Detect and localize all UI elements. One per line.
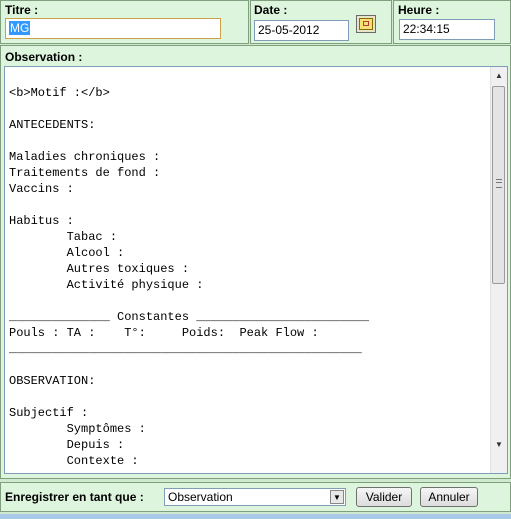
valider-button[interactable]: Valider	[356, 487, 412, 507]
arrow-up-icon[interactable]: ▲	[491, 68, 507, 84]
grip-icon	[496, 179, 502, 188]
observation-textarea[interactable]: <b>Motif :</b> ANTECEDENTS: Maladies chr…	[4, 66, 508, 474]
date-input[interactable]: 25-05-2012	[254, 20, 349, 41]
titre-input[interactable]: MG	[5, 18, 221, 39]
calendar-button[interactable]	[356, 15, 376, 33]
observation-text: <b>Motif :</b> ANTECEDENTS: Maladies chr…	[9, 86, 370, 468]
date-label: Date :	[254, 3, 288, 17]
save-type-value: Observation	[168, 490, 233, 504]
save-as-label: Enregistrer en tant que :	[5, 490, 144, 504]
titre-value: MG	[9, 21, 31, 35]
annuler-button[interactable]: Annuler	[420, 487, 478, 507]
observation-scrollbar[interactable]: ▲ ▼	[490, 67, 507, 473]
observation-label: Observation :	[5, 50, 83, 64]
heure-input[interactable]: 22:34:15	[399, 19, 495, 40]
scrollbar-thumb[interactable]	[492, 86, 505, 284]
save-type-select[interactable]: Observation ▼	[164, 488, 346, 506]
chevron-down-icon[interactable]: ▼	[330, 490, 344, 504]
window-bottom-edge	[0, 514, 511, 519]
arrow-down-icon[interactable]: ▼	[491, 437, 507, 453]
heure-value: 22:34:15	[403, 22, 450, 36]
date-value: 25-05-2012	[258, 23, 320, 37]
heure-label: Heure :	[398, 3, 440, 17]
titre-label: Titre :	[5, 3, 39, 17]
calendar-icon	[359, 18, 373, 30]
